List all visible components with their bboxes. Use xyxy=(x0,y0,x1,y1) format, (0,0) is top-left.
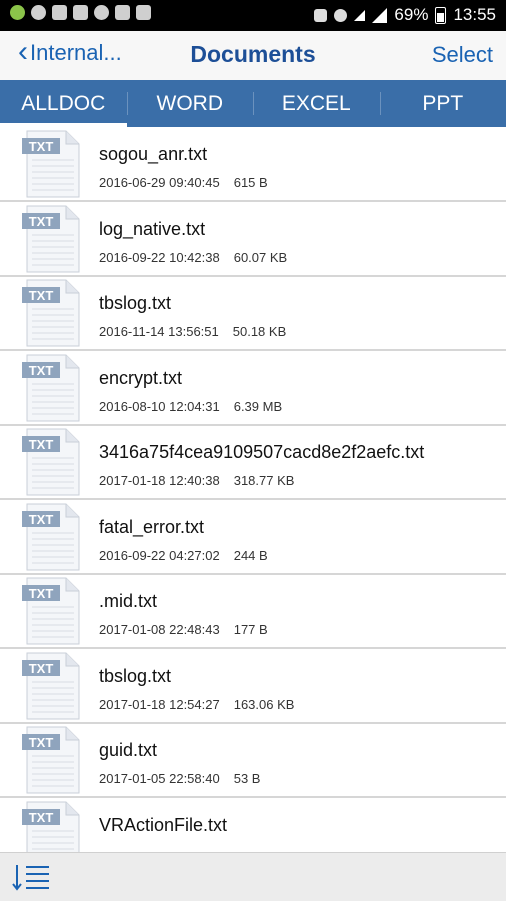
notification-icons xyxy=(10,5,151,20)
file-meta: 2016-09-22 04:27:02 244 B xyxy=(99,548,268,563)
tab-alldoc[interactable]: ALLDOC xyxy=(0,80,127,127)
file-meta: 2017-01-18 12:54:27 163.06 KB xyxy=(99,697,294,712)
svg-text:TXT: TXT xyxy=(29,810,54,825)
file-date: 2016-09-22 04:27:02 xyxy=(99,548,220,563)
txt-file-icon: TXT xyxy=(22,503,80,571)
clock: 13:55 xyxy=(453,5,496,25)
file-date: 2017-01-05 22:58:40 xyxy=(99,771,220,786)
list-item[interactable]: TXT guid.txt 2017-01-05 22:58:40 53 B xyxy=(0,723,506,798)
file-name: fatal_error.txt xyxy=(99,517,204,538)
txt-file-icon: TXT xyxy=(22,130,80,198)
cloud-icon xyxy=(52,5,67,20)
file-name: sogou_anr.txt xyxy=(99,144,207,165)
image-icon xyxy=(115,5,130,20)
file-name: 3416a75f4cea9109507cacd8e2f2aefc.txt xyxy=(99,442,424,463)
svg-text:TXT: TXT xyxy=(29,288,54,303)
file-size: 177 B xyxy=(234,622,268,637)
txt-file-icon: TXT xyxy=(22,205,80,273)
svg-text:TXT: TXT xyxy=(29,363,54,378)
file-meta: 2016-08-10 12:04:31 6.39 MB xyxy=(99,399,282,414)
file-size: 163.06 KB xyxy=(234,697,295,712)
battery-icon xyxy=(435,7,446,24)
file-size: 615 B xyxy=(234,175,268,190)
list-item[interactable]: TXT VRActionFile.txt xyxy=(0,798,506,853)
svg-text:TXT: TXT xyxy=(29,214,54,229)
status-bar: 69% 13:55 xyxy=(0,0,506,31)
svg-text:TXT: TXT xyxy=(29,512,54,527)
bottom-bar xyxy=(0,852,506,901)
system-status: 69% 13:55 xyxy=(314,5,496,25)
file-meta: 2017-01-05 22:58:40 53 B xyxy=(99,771,260,786)
txt-file-icon: TXT xyxy=(22,652,80,720)
file-meta: 2016-09-22 10:42:38 60.07 KB xyxy=(99,250,287,265)
app-notification-icon xyxy=(73,5,88,20)
file-date: 2017-01-18 12:54:27 xyxy=(99,697,220,712)
tab-ppt[interactable]: PPT xyxy=(380,80,506,127)
tab-word[interactable]: WORD xyxy=(127,80,254,127)
file-date: 2017-01-18 12:40:38 xyxy=(99,473,220,488)
signal-icon xyxy=(372,8,387,23)
list-item[interactable]: TXT tbslog.txt 2016-11-14 13:56:51 50.18 KB xyxy=(0,276,506,351)
page-title: Documents xyxy=(0,41,506,68)
txt-file-icon: TXT xyxy=(22,428,80,496)
doc-type-tabs: ALLDOC WORD EXCEL PPT xyxy=(0,80,506,127)
list-item[interactable]: TXT fatal_error.txt 2016-09-22 04:27:02 244… xyxy=(0,500,506,575)
txt-file-icon: TXT xyxy=(22,354,80,422)
app-notification-icon xyxy=(10,5,25,20)
wifi-icon xyxy=(354,10,365,21)
file-date: 2016-06-29 09:40:45 xyxy=(99,175,220,190)
file-meta: 2016-11-14 13:56:51 50.18 KB xyxy=(99,324,286,339)
svg-text:TXT: TXT xyxy=(29,586,54,601)
txt-file-icon: TXT xyxy=(22,279,80,347)
file-size: 53 B xyxy=(234,771,261,786)
list-item[interactable]: TXT .mid.txt 2017-01-08 22:48:43 177 B xyxy=(0,574,506,649)
sort-icon[interactable] xyxy=(12,863,50,891)
txt-file-icon: TXT xyxy=(22,801,80,853)
file-list[interactable]: TXT sogou_anr.txt 2016-06-29 09:40:45 615 B… xyxy=(0,127,506,852)
file-date: 2016-09-22 10:42:38 xyxy=(99,250,220,265)
file-size: 60.07 KB xyxy=(234,250,288,265)
svg-text:TXT: TXT xyxy=(29,735,54,750)
svg-text:TXT: TXT xyxy=(29,437,54,452)
file-date: 2016-08-10 12:04:31 xyxy=(99,399,220,414)
list-item[interactable]: TXT sogou_anr.txt 2016-06-29 09:40:45 615 B xyxy=(0,127,506,202)
file-meta: 2016-06-29 09:40:45 615 B xyxy=(99,175,268,190)
list-item[interactable]: TXT tbslog.txt 2017-01-18 12:54:27 163.06 K… xyxy=(0,649,506,724)
file-size: 318.77 KB xyxy=(234,473,295,488)
file-size: 244 B xyxy=(234,548,268,563)
file-name: tbslog.txt xyxy=(99,666,171,687)
list-item[interactable]: TXT 3416a75f4cea9109507cacd8e2f2aefc.txt 2… xyxy=(0,425,506,500)
file-name: tbslog.txt xyxy=(99,293,171,314)
file-name: log_native.txt xyxy=(99,219,205,240)
file-name: .mid.txt xyxy=(99,591,157,612)
file-date: 2017-01-08 22:48:43 xyxy=(99,622,220,637)
tab-excel[interactable]: EXCEL xyxy=(253,80,380,127)
app-notification-icon xyxy=(94,5,109,20)
svg-text:TXT: TXT xyxy=(29,139,54,154)
file-name: guid.txt xyxy=(99,740,157,761)
file-name: encrypt.txt xyxy=(99,368,182,389)
app-header: ‹ Internal... Documents Select xyxy=(0,31,506,80)
app-notification-icon xyxy=(31,5,46,20)
list-item[interactable]: TXT log_native.txt 2016-09-22 10:42:38 60.0… xyxy=(0,202,506,277)
app-notification-icon xyxy=(136,5,151,20)
txt-file-icon: TXT xyxy=(22,577,80,645)
list-item[interactable]: TXT encrypt.txt 2016-08-10 12:04:31 6.39 MB xyxy=(0,351,506,426)
file-date: 2016-11-14 13:56:51 xyxy=(99,324,219,339)
file-meta: 2017-01-18 12:40:38 318.77 KB xyxy=(99,473,294,488)
file-name: VRActionFile.txt xyxy=(99,815,227,836)
alarm-icon xyxy=(334,9,347,22)
svg-text:TXT: TXT xyxy=(29,661,54,676)
battery-percent: 69% xyxy=(394,5,428,25)
txt-file-icon: TXT xyxy=(22,726,80,794)
select-button[interactable]: Select xyxy=(432,42,493,68)
file-size: 50.18 KB xyxy=(233,324,287,339)
file-size: 6.39 MB xyxy=(234,399,282,414)
file-meta: 2017-01-08 22:48:43 177 B xyxy=(99,622,268,637)
nfc-icon xyxy=(314,9,327,22)
